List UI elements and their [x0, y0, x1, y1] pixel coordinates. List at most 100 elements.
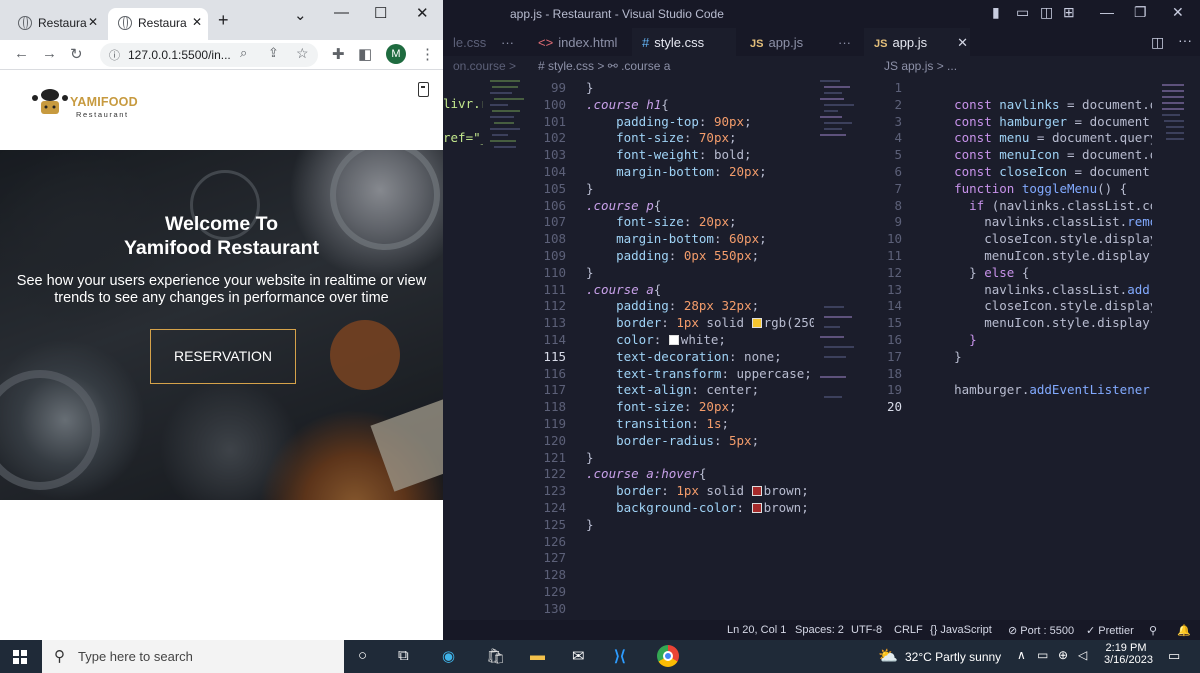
- code-line[interactable]: const menuIcon = document.quer: [924, 147, 1152, 164]
- code-line[interactable]: const closeIcon = document.que: [924, 164, 1152, 181]
- css-breadcrumb[interactable]: # style.css > ⚯ .course a: [528, 56, 864, 76]
- chrome-tab-1[interactable]: Restaura ✕: [8, 8, 104, 40]
- code-line[interactable]: [586, 534, 814, 551]
- accounts-icon[interactable]: ⚲: [1149, 624, 1157, 637]
- code-line[interactable]: transition: 1s;: [586, 416, 814, 433]
- chrome-tab-2[interactable]: Restaura ✕: [108, 8, 208, 40]
- windows-start-icon[interactable]: [13, 650, 27, 664]
- taskbar-search-box[interactable]: ⚲ Type here to search: [42, 640, 344, 673]
- new-tab-icon[interactable]: +: [218, 10, 229, 31]
- zoom-icon[interactable]: ⌕: [240, 45, 247, 61]
- tab-left-more[interactable]: ···: [491, 28, 524, 56]
- left-breadcrumb[interactable]: on.course >: [443, 56, 528, 76]
- volume-icon[interactable]: ◁: [1078, 648, 1087, 662]
- tab-style-css[interactable]: # style.css: [632, 28, 736, 56]
- more-actions-icon[interactable]: ···: [1178, 32, 1192, 48]
- code-line[interactable]: .course a{: [586, 282, 814, 299]
- menu-icon[interactable]: [418, 82, 429, 97]
- code-line[interactable]: .course h1{: [586, 97, 814, 114]
- reload-icon[interactable]: ↻: [70, 45, 83, 63]
- code-line[interactable]: padding: 0px 550px;: [586, 248, 814, 265]
- code-line[interactable]: const hamburger = document.que: [924, 114, 1152, 131]
- code-line[interactable]: closeIcon.style.display = ': [924, 231, 1152, 248]
- close-tab-icon[interactable]: ✕: [192, 15, 202, 29]
- battery-icon[interactable]: ▭: [1037, 648, 1048, 662]
- vscode-taskbar-icon[interactable]: ⟩⟨: [614, 647, 626, 665]
- code-line[interactable]: hamburger.addEventListener('cl: [924, 382, 1152, 399]
- code-line[interactable]: text-align: center;: [586, 382, 814, 399]
- toggle-sidebar-icon[interactable]: ▮: [992, 4, 1000, 21]
- edge-icon[interactable]: ◉: [442, 647, 455, 665]
- code-line[interactable]: } else {: [924, 265, 1152, 282]
- code-line[interactable]: [586, 567, 814, 584]
- code-line[interactable]: }: [586, 517, 814, 534]
- task-view-icon[interactable]: ⧉: [398, 647, 409, 664]
- status-cursor-position[interactable]: Ln 20, Col 1: [727, 624, 786, 636]
- left-minimap[interactable]: [488, 76, 528, 576]
- code-line[interactable]: background-color: brown;: [586, 500, 814, 517]
- tab-app-js-right[interactable]: JS app.js ✕: [864, 28, 970, 56]
- js-breadcrumb[interactable]: JS app.js > ...: [874, 56, 1174, 76]
- share-icon[interactable]: ⇪: [268, 45, 279, 61]
- site-info-icon[interactable]: ⓘ: [109, 47, 120, 63]
- tab-more-actions[interactable]: ···: [828, 28, 861, 56]
- code-line[interactable]: navlinks.classList.remove(: [924, 214, 1152, 231]
- tab-index-html[interactable]: <> index.html: [528, 28, 632, 56]
- status-prettier[interactable]: ✓ Prettier: [1086, 624, 1134, 637]
- status-indentation[interactable]: Spaces: 2: [795, 624, 844, 636]
- code-line[interactable]: text-transform: uppercase;: [586, 366, 814, 383]
- css-code[interactable]: } .course h1{ padding-top: 90px; font-siz…: [586, 80, 814, 634]
- restore-icon[interactable]: ❐: [1134, 4, 1147, 21]
- profile-avatar[interactable]: M: [386, 44, 406, 64]
- code-line[interactable]: font-size: 20px;: [586, 214, 814, 231]
- code-line[interactable]: [924, 366, 1152, 383]
- show-hidden-icons-icon[interactable]: ∧: [1017, 648, 1026, 662]
- code-line[interactable]: }: [586, 265, 814, 282]
- code-line[interactable]: if (navlinks.classList.conta: [924, 198, 1152, 215]
- toggle-secondary-sidebar-icon[interactable]: ◫: [1040, 4, 1053, 21]
- code-line[interactable]: font-size: 70px;: [586, 130, 814, 147]
- code-line[interactable]: border: 1px solid brown;: [586, 483, 814, 500]
- code-line[interactable]: .course p{: [586, 198, 814, 215]
- status-language[interactable]: {} JavaScript: [930, 624, 992, 636]
- code-line[interactable]: }: [924, 349, 1152, 366]
- cortana-icon[interactable]: ○: [358, 647, 367, 664]
- minimize-icon[interactable]: —: [1100, 4, 1114, 20]
- code-line[interactable]: [924, 80, 1152, 97]
- clock[interactable]: 2:19 PM 3/16/2023: [1104, 642, 1153, 666]
- chrome-menu-icon[interactable]: ⋮: [420, 45, 435, 63]
- close-window-icon[interactable]: ✕: [1172, 4, 1184, 21]
- code-line[interactable]: [924, 399, 1152, 416]
- code-line[interactable]: .course a:hover{: [586, 466, 814, 483]
- code-line[interactable]: margin-bottom: 60px;: [586, 231, 814, 248]
- mail-icon[interactable]: ✉: [572, 647, 585, 665]
- code-line[interactable]: font-size: 20px;: [586, 399, 814, 416]
- tab-left-css[interactable]: le.css: [443, 28, 496, 56]
- notifications-icon[interactable]: 🔔: [1177, 624, 1191, 637]
- code-line[interactable]: border: 1px solid rgb(250,: [586, 315, 814, 332]
- code-line[interactable]: padding: 28px 32px;: [586, 298, 814, 315]
- toggle-panel-icon[interactable]: ▭: [1016, 4, 1029, 21]
- weather-text[interactable]: 32°C Partly sunny: [905, 650, 1001, 664]
- status-encoding[interactable]: UTF-8: [851, 624, 882, 636]
- forward-icon[interactable]: →: [42, 45, 57, 62]
- reservation-button[interactable]: RESERVATION: [150, 329, 296, 384]
- code-line[interactable]: }: [924, 332, 1152, 349]
- file-explorer-icon[interactable]: ▬: [530, 647, 545, 664]
- code-line[interactable]: font-weight: bold;: [586, 147, 814, 164]
- code-line[interactable]: const navlinks = document.quer: [924, 97, 1152, 114]
- code-line[interactable]: menuIcon.style.display = ": [924, 248, 1152, 265]
- code-line[interactable]: closeIcon.style.display =: [924, 298, 1152, 315]
- code-line[interactable]: [586, 550, 814, 567]
- split-editor-icon[interactable]: ◫: [1151, 34, 1164, 51]
- network-icon[interactable]: ⊕: [1058, 648, 1068, 662]
- weather-icon[interactable]: ⛅: [878, 646, 898, 666]
- tab-app-js[interactable]: JS app.js: [740, 28, 824, 56]
- extensions-icon[interactable]: ✚: [332, 45, 345, 63]
- maximize-icon[interactable]: ☐: [374, 4, 387, 22]
- js-minimap[interactable]: [1160, 76, 1190, 276]
- css-minimap[interactable]: [818, 76, 864, 496]
- close-tab-icon[interactable]: ✕: [957, 35, 968, 50]
- code-line[interactable]: text-decoration: none;: [586, 349, 814, 366]
- bookmark-star-icon[interactable]: ☆: [296, 45, 309, 62]
